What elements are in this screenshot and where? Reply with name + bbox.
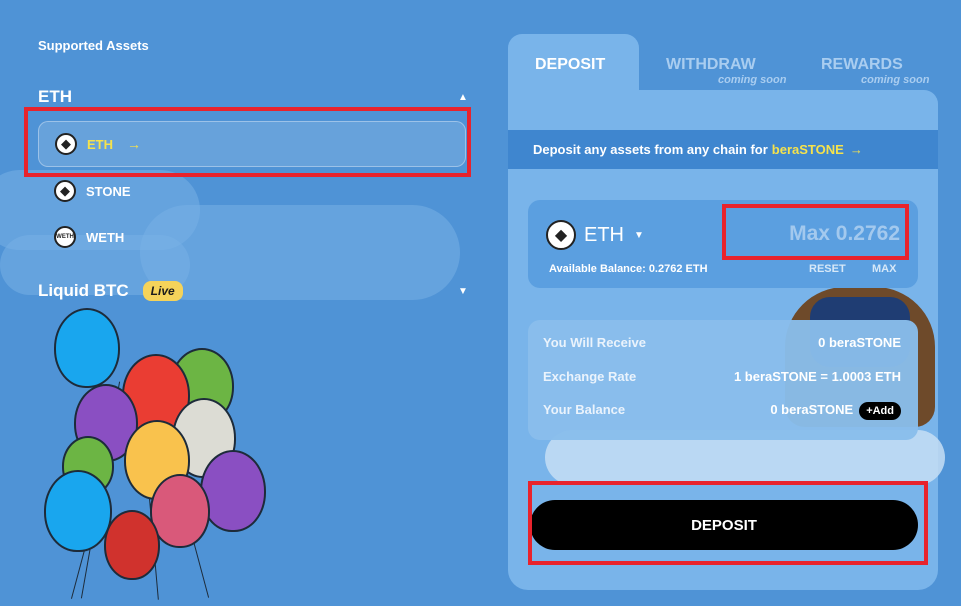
group-title: Liquid BTC [38, 281, 129, 300]
token-selector[interactable]: ◆ ETH ▼ [546, 220, 644, 250]
asset-item-weth[interactable]: WETH WETH [38, 214, 466, 260]
exchange-rate-row: Exchange Rate 1 beraSTONE = 1.0003 ETH [543, 369, 901, 384]
chevron-down-icon[interactable]: ▼ [458, 286, 468, 297]
asset-item-eth[interactable]: ◆ ETH → [38, 121, 466, 167]
eth-icon: ◆ [55, 133, 77, 155]
group-title: ETH [38, 87, 72, 106]
your-balance-row: Your Balance 0 beraSTONE +Add [543, 402, 901, 420]
live-badge: Live [142, 281, 183, 301]
amount-input[interactable]: Max 0.2762 [730, 222, 900, 246]
asset-label: WETH [86, 229, 125, 245]
max-button[interactable]: MAX [872, 263, 896, 275]
asset-group-eth[interactable]: ETH ▲ [38, 87, 478, 107]
banner-highlight: beraSTONE [771, 142, 844, 157]
coming-soon-label: coming soon [718, 74, 787, 86]
deposit-banner[interactable]: Deposit any assets from any chain for be… [508, 130, 938, 169]
deposit-button[interactable]: DEPOSIT [530, 500, 918, 550]
asset-item-stone[interactable]: ◆ STONE [38, 168, 466, 214]
tab-withdraw[interactable]: WITHDRAW [666, 56, 756, 74]
available-balance: Available Balance: 0.2762 ETH [549, 263, 708, 275]
reset-button[interactable]: RESET [809, 263, 846, 275]
token-label: ETH [584, 223, 624, 246]
eth-icon: ◆ [546, 220, 576, 250]
weth-icon: WETH [54, 226, 76, 248]
tab-deposit[interactable]: DEPOSIT [535, 56, 605, 74]
receive-row: You Will Receive 0 beraSTONE [543, 335, 901, 350]
asset-label: STONE [86, 183, 131, 199]
tab-rewards[interactable]: REWARDS [821, 56, 903, 74]
supported-assets-label: Supported Assets [38, 38, 149, 53]
coming-soon-label: coming soon [861, 74, 930, 86]
asset-group-liquid-btc[interactable]: Liquid BTC Live ▼ [38, 281, 478, 301]
arrow-right-icon: → [849, 142, 863, 157]
stone-icon: ◆ [54, 180, 76, 202]
chevron-up-icon[interactable]: ▲ [458, 92, 468, 103]
add-token-button[interactable]: +Add [859, 402, 901, 420]
asset-label: ETH [87, 136, 113, 152]
chevron-down-icon: ▼ [634, 229, 644, 241]
banner-text: Deposit any assets from any chain for [533, 142, 768, 157]
arrow-right-icon: → [127, 136, 141, 152]
